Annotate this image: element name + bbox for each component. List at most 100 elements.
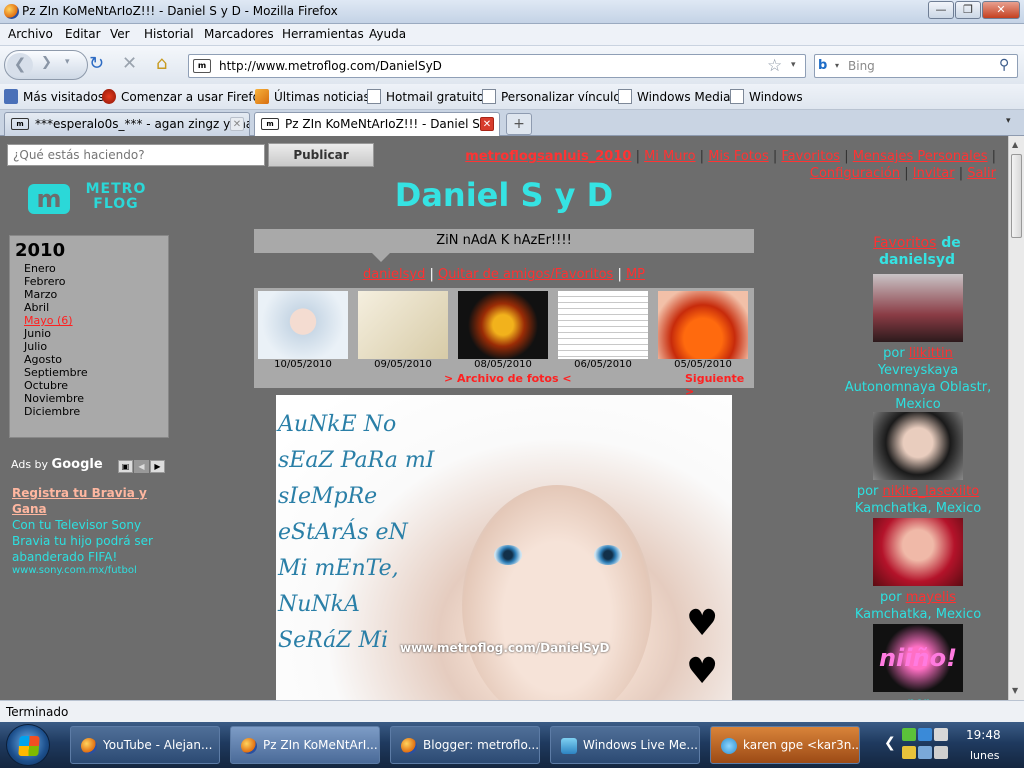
network-icon[interactable] — [902, 728, 916, 741]
messenger-tray-icon[interactable] — [918, 728, 932, 741]
nav-mensajes[interactable]: Mensajes Personales — [853, 149, 988, 164]
menu-archivo[interactable]: Archivo — [8, 27, 53, 41]
history-dropdown-icon[interactable]: ▾ — [65, 57, 70, 67]
close-tab-icon[interactable]: ✕ — [230, 117, 244, 131]
bookmark-mas-visitados[interactable]: Más visitados — [4, 89, 104, 104]
menu-ayuda[interactable]: Ayuda — [369, 27, 406, 41]
speaker-icon[interactable] — [934, 746, 948, 759]
ads-by-google-label[interactable]: Ads by Google — [11, 457, 103, 472]
ad-headline[interactable]: Registra tu Bravia y Gana — [12, 485, 172, 517]
photo-watermark: www.metroflog.com/DanielSyD — [400, 641, 610, 655]
ad-next-icon[interactable]: ▶ — [150, 460, 165, 473]
url-dropdown-icon[interactable]: ▾ — [791, 60, 796, 70]
mp-link[interactable]: MP — [626, 267, 645, 282]
bookmark-windows[interactable]: Windows — [730, 89, 803, 104]
close-tab-icon[interactable]: ✕ — [480, 117, 494, 131]
start-button[interactable] — [6, 724, 50, 766]
photo-thumbnail[interactable]: 05/05/2010 — [658, 291, 748, 371]
thumbnail-image[interactable] — [258, 291, 348, 359]
photo-thumbnail[interactable]: 09/05/2010 — [358, 291, 448, 371]
bookmark-personalizar[interactable]: Personalizar vínculos — [482, 89, 627, 104]
vertical-scrollbar[interactable]: ▲ ▼ — [1008, 136, 1024, 700]
bookmark-comenzar-firefox[interactable]: Comenzar a usar Firefox — [102, 89, 267, 104]
photo-thumbnail[interactable]: 10/05/2010 — [258, 291, 348, 371]
address-url[interactable]: http://www.metroflog.com/DanielSyD — [219, 59, 442, 73]
menu-marcadores[interactable]: Marcadores — [204, 27, 274, 41]
scroll-thumb[interactable] — [1011, 154, 1022, 238]
publish-button[interactable]: Publicar — [268, 143, 374, 167]
taskbar-item-metroflog[interactable]: Pz ZIn KoMeNtArI... — [230, 726, 380, 764]
home-icon[interactable]: ⌂ — [156, 54, 167, 74]
favorite-user-link[interactable]: lilkittin — [909, 346, 953, 361]
taskbar-item-windows-live[interactable]: Windows Live Me... — [550, 726, 700, 764]
ad-url[interactable]: www.sony.com.mx/futbol — [12, 565, 172, 577]
photo-thumbnail[interactable]: 06/05/2010 — [558, 291, 648, 371]
display-icon[interactable] — [918, 746, 932, 759]
search-bar[interactable]: b ▾ Bing ⚲ — [814, 54, 1018, 78]
taskbar-item-youtube[interactable]: YouTube - Alejan... — [70, 726, 220, 764]
favorites-link[interactable]: Favoritos — [873, 235, 936, 251]
search-placeholder[interactable]: Bing — [848, 59, 875, 73]
bookmark-ultimas-noticias[interactable]: Últimas noticias — [255, 89, 370, 104]
back-icon[interactable]: ❮ — [7, 53, 33, 77]
tab-list-dropdown-icon[interactable]: ▾ — [1006, 116, 1011, 126]
nav-configuracion[interactable]: Configuración — [810, 166, 900, 181]
stop-icon[interactable]: ✕ — [122, 54, 137, 74]
favorite-photo[interactable] — [873, 274, 963, 342]
close-button[interactable]: ✕ — [982, 1, 1020, 19]
engine-dropdown-icon[interactable]: ▾ — [835, 61, 839, 70]
address-bar[interactable]: m http://www.metroflog.com/DanielSyD ☆ ▾ — [188, 54, 806, 78]
bookmark-star-icon[interactable]: ☆ — [767, 56, 782, 76]
favorite-photo[interactable] — [873, 518, 963, 586]
reload-icon[interactable]: ↻ — [89, 54, 104, 74]
scroll-up-icon[interactable]: ▲ — [1012, 140, 1018, 149]
show-hidden-icons-icon[interactable]: ❮ — [884, 735, 896, 751]
bing-icon[interactable]: b — [818, 58, 827, 73]
menu-historial[interactable]: Historial — [144, 27, 194, 41]
action-center-icon[interactable] — [902, 746, 916, 759]
new-tab-button[interactable]: + — [506, 113, 532, 135]
maximize-button[interactable]: ❐ — [955, 1, 981, 19]
site-identity-icon[interactable]: m — [193, 59, 211, 73]
tab-esperalos[interactable]: m ***esperalo0s_*** - agan zingz y ma...… — [4, 112, 250, 136]
nav-user-link[interactable]: metroflogsanluis_2010 — [465, 149, 631, 164]
menu-herramientas[interactable]: Herramientas — [282, 27, 364, 41]
thumbnail-image[interactable] — [658, 291, 748, 359]
favorite-photo[interactable] — [873, 412, 963, 480]
status-input[interactable] — [7, 144, 265, 166]
bookmark-hotmail[interactable]: Hotmail gratuito — [367, 89, 484, 104]
thumbnail-image[interactable] — [458, 291, 548, 359]
tab-daniel-s-y-d[interactable]: m Pz ZIn KoMeNtArIoZ!!! - Daniel S ... ✕ — [254, 112, 500, 137]
back-forward-buttons[interactable]: ❮ ❯ ▾ — [4, 50, 88, 80]
scroll-down-icon[interactable]: ▼ — [1012, 686, 1018, 695]
clock-time[interactable]: 19:48 — [966, 728, 1001, 742]
month-item-mayo[interactable]: Mayo (6) — [24, 314, 88, 327]
favorite-photo[interactable]: niiño! — [873, 624, 963, 692]
nav-mi-muro[interactable]: Mi Muro — [644, 149, 695, 164]
ad-info-icon[interactable]: ▣ — [118, 460, 133, 473]
volume-icon[interactable] — [934, 728, 948, 741]
ad-prev-icon[interactable]: ◀ — [134, 460, 149, 473]
photo-archive-link[interactable]: > Archivo de fotos < — [444, 372, 572, 385]
nav-mis-fotos[interactable]: Mis Fotos — [708, 149, 769, 164]
favorite-user-link[interactable]: nikita_lasexiito — [883, 484, 980, 499]
thumbnail-image[interactable] — [358, 291, 448, 359]
nav-favoritos[interactable]: Favoritos — [781, 149, 840, 164]
menu-editar[interactable]: Editar — [65, 27, 101, 41]
favorite-user-link[interactable]: mayelis — [906, 590, 956, 605]
nav-invitar[interactable]: Invitar — [913, 166, 955, 181]
photo-thumbnail[interactable]: 08/05/2010 — [458, 291, 548, 371]
search-icon[interactable]: ⚲ — [999, 57, 1009, 73]
bookmark-windows-media[interactable]: Windows Media — [618, 89, 730, 104]
remove-friend-link[interactable]: Quitar de amigos/Favoritos — [438, 267, 613, 282]
clock-day[interactable]: lunes — [970, 749, 1000, 762]
user-link-danielsyd[interactable]: danielsyd — [363, 267, 425, 282]
thumbnail-image[interactable] — [558, 291, 648, 359]
ad-unit[interactable]: Registra tu Bravia y Gana Con tu Televis… — [12, 485, 172, 577]
menu-ver[interactable]: Ver — [110, 27, 130, 41]
forward-icon[interactable]: ❯ — [41, 55, 52, 70]
minimize-button[interactable]: — — [928, 1, 954, 19]
nav-salir[interactable]: Salir — [967, 166, 996, 181]
taskbar-item-messenger-chat[interactable]: karen gpe <kar3n... — [710, 726, 860, 764]
taskbar-item-blogger[interactable]: Blogger: metroflo... — [390, 726, 540, 764]
